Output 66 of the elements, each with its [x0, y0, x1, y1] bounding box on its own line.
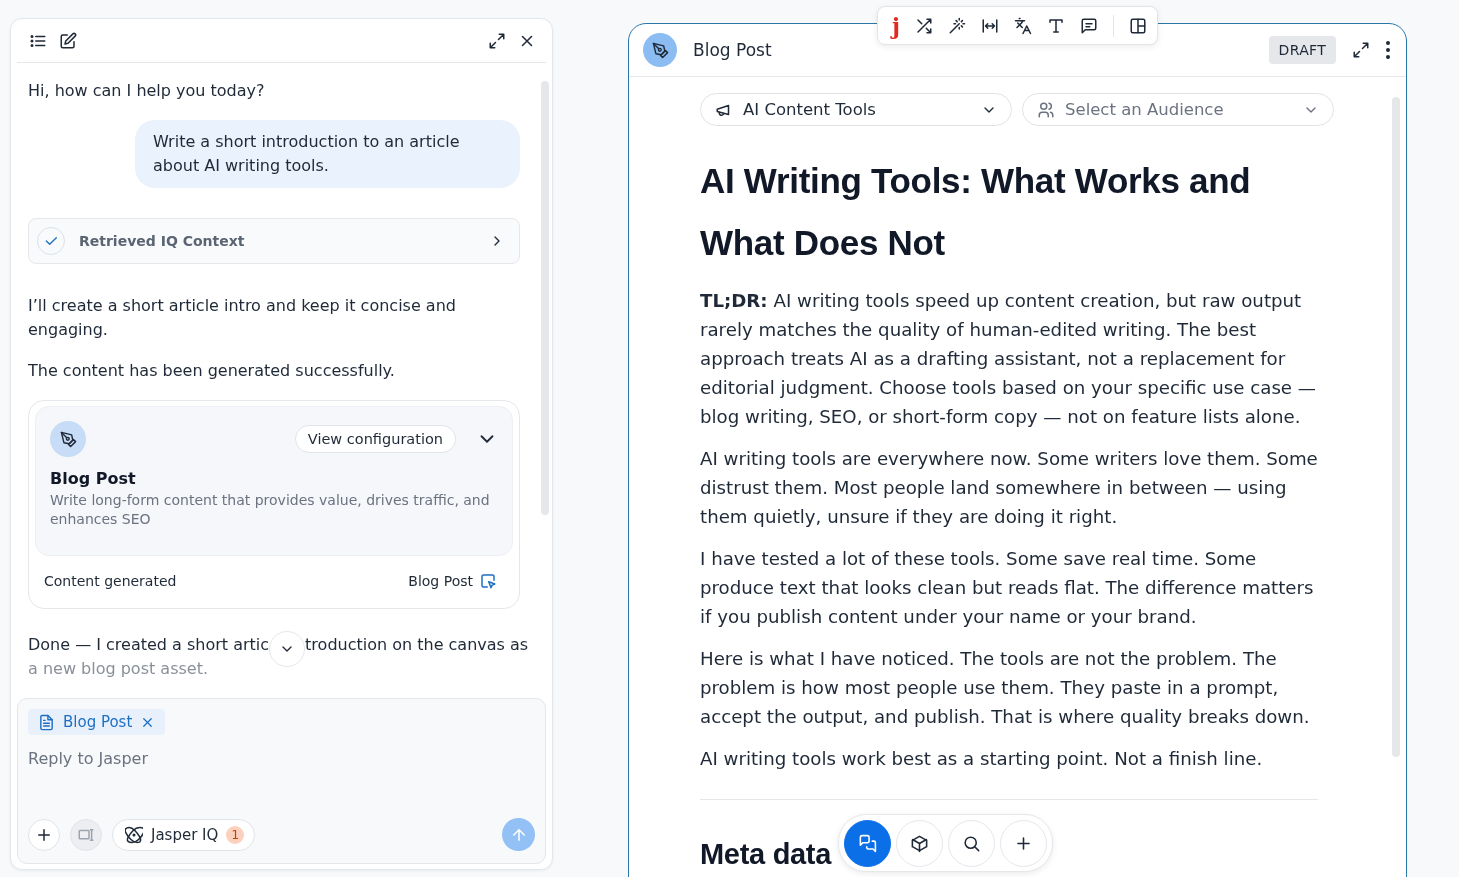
scrollbar[interactable] [1392, 97, 1400, 757]
open-icon [479, 572, 497, 590]
shuffle-icon [914, 16, 933, 35]
pen-drawing [59, 430, 77, 448]
count-badge: 1 [226, 825, 245, 844]
layout-icon [1128, 16, 1147, 35]
width-arrows-icon [980, 16, 999, 35]
reply-field[interactable]: Reply to Jasper [28, 735, 535, 818]
expand-icon [1352, 41, 1370, 59]
section-heading: Meta data [700, 838, 832, 871]
text-button[interactable] [1046, 16, 1065, 35]
translate-icon [1013, 16, 1032, 35]
attachment-label: Blog Post [63, 713, 133, 731]
assistant-message: a new blog post asset. [28, 658, 208, 680]
layout-button[interactable] [1128, 16, 1147, 35]
magic-wand-icon [947, 16, 966, 35]
asset-description: Write long-form content that provides value, drives traffic, and enhances SEO [50, 491, 491, 529]
atom-icon [125, 825, 143, 844]
paragraph: AI writing tools work best as a starting point. Not a finish line. [700, 747, 1264, 771]
assistant-message: The content has been generated successfully. [28, 360, 396, 382]
assistant-message: Hi, how can I help you today? [28, 80, 266, 102]
logo[interactable]: j [892, 14, 900, 37]
expand-button[interactable] [1352, 41, 1370, 59]
assistant-message: Done — I created a short artic [28, 634, 270, 656]
expand-button[interactable] [488, 31, 506, 50]
chat-icon [858, 833, 877, 853]
more-button[interactable] [1386, 41, 1390, 59]
users-icon [1037, 100, 1055, 119]
user-message: Write a short introduction to an article about AI writing tools. [135, 120, 520, 188]
dropdown[interactable]: Select an Audience [1022, 93, 1334, 126]
scrollbar[interactable] [541, 81, 549, 515]
cube-icon [910, 833, 929, 853]
document-icon [38, 713, 55, 731]
composer[interactable]: Blog Post Reply to Jasper Jasper IQ 1 [17, 698, 546, 864]
text-icon [1046, 16, 1065, 35]
pen-drawing [651, 41, 669, 59]
more-icon [1386, 41, 1390, 59]
context-label: Retrieved IQ Context [79, 233, 246, 249]
new-chat-button[interactable] [59, 31, 77, 50]
shuffle-button[interactable] [914, 16, 933, 35]
paragraph: I have tested a lot of these tools. Some save real time. Some produce text that looks clean but reads flat. The difference matters if you publish content under your name or your brand. [700, 547, 1315, 629]
paragraph: Here is what I have noticed. The tools are not the problem. The problem is how most people use them. They paste in a prompt, accept the output, and publish. That is where quality breaks down. [700, 647, 1311, 729]
search-icon [962, 833, 981, 853]
asset-title: Blog Post [50, 469, 137, 488]
edit-icon [59, 31, 77, 50]
translate-button[interactable] [1013, 16, 1032, 35]
add-button[interactable] [28, 818, 60, 851]
jasper-iq-button[interactable]: Jasper IQ 1 [112, 818, 256, 851]
assistant-message: troduction on the canvas as [305, 634, 529, 656]
paragraph: TL;DR: AI writing tools speed up content creation, but raw output rarely matches the quality of human-edited writing. The best approach treats AI as a drafting assistant, not a replacement for editorial judgment. Choose tools based on your specific use case — blog writing, SEO, or short-form copy — not on feature lists alone. [700, 289, 1318, 429]
attachment-chip[interactable]: Blog Post [28, 709, 166, 735]
comment-button[interactable] [1079, 16, 1098, 35]
dropdown[interactable]: AI Content Tools [700, 93, 1012, 126]
expand-icon [488, 31, 506, 50]
comment-icon [1079, 16, 1098, 35]
article-title: AI Writing Tools: What Works and What Does Not [700, 160, 1252, 264]
open-asset-link[interactable]: Blog Post [408, 572, 497, 590]
document-title: Blog Post [693, 40, 773, 60]
context-row[interactable]: Retrieved IQ Context [28, 218, 520, 264]
paragraph: AI writing tools are everywhere now. Some writers love them. Some distrust them. Most people land somewhere in between — using them quietly, unsure if they are doing it right. [700, 447, 1319, 529]
status-text: Content generated [44, 573, 177, 589]
assistant-message: I’ll create a short article intro and keep it concise and engaging. [28, 295, 457, 341]
view-configuration-button[interactable]: View configuration [294, 425, 456, 453]
magic-wand-button[interactable] [947, 16, 966, 35]
width-button[interactable] [980, 16, 999, 35]
status-badge: DRAFT [1268, 36, 1336, 64]
